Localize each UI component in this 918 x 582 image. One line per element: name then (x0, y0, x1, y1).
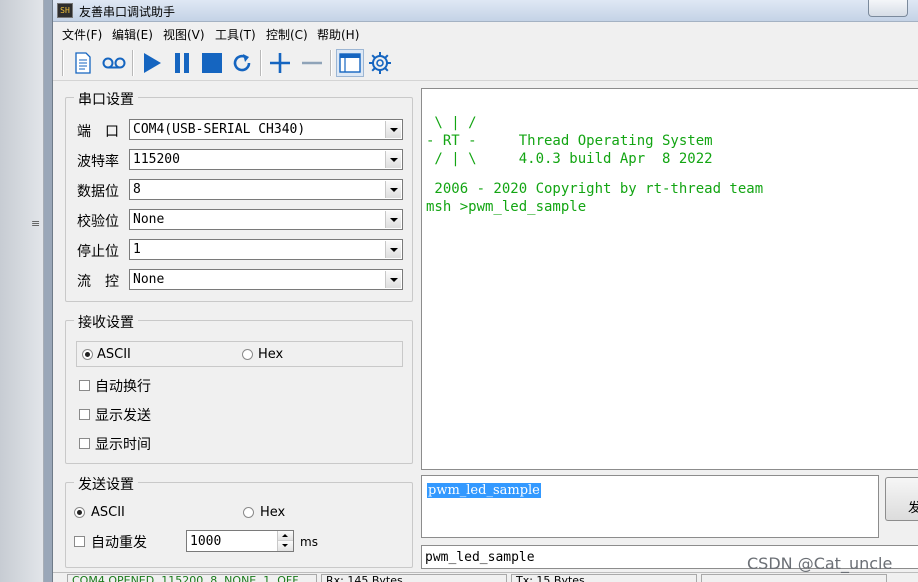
menu-control[interactable]: 控制(C) (266, 26, 308, 43)
receive-ascii-label: ASCII (97, 347, 131, 362)
serial-settings-title: 串口设置 (74, 89, 138, 109)
menu-file[interactable]: 文件(F) (62, 26, 102, 43)
chevron-down-icon[interactable] (385, 151, 401, 168)
tx-counter: Tx: 15 Bytes (511, 574, 697, 582)
record-icon[interactable] (100, 49, 128, 77)
resend-interval-value: 1000 (190, 534, 222, 549)
gear-icon[interactable] (366, 49, 394, 77)
window-icon[interactable] (336, 49, 364, 77)
baud-rate-value: 115200 (133, 152, 180, 167)
status-extra (701, 574, 887, 582)
data-bits-value: 8 (133, 182, 141, 197)
send-button-label: 发 (908, 501, 918, 516)
send-text-selection: pwm_led_sample (427, 483, 541, 498)
data-bits-select[interactable]: 8 (129, 179, 403, 200)
serial-assistant-window: SH 友善串口调试助手 文件(F) 编辑(E) 视图(V) 工具(T) 控制(C… (52, 0, 918, 582)
chevron-down-icon[interactable] (385, 271, 401, 288)
document-icon[interactable] (70, 49, 96, 77)
baud-rate-select[interactable]: 115200 (129, 149, 403, 170)
port-label: 端 口 (77, 124, 119, 140)
chevron-up-icon[interactable] (278, 531, 293, 541)
auto-wrap-checkbox[interactable] (79, 380, 90, 391)
auto-resend-checkbox[interactable] (74, 536, 85, 547)
stop-bits-value: 1 (133, 242, 141, 257)
plus-icon[interactable] (266, 49, 294, 77)
minus-icon[interactable] (298, 49, 326, 77)
background-window-edge: ≡ (0, 0, 44, 582)
interval-unit-label: ms (300, 535, 318, 549)
chevron-down-icon[interactable] (385, 181, 401, 198)
menu-help[interactable]: 帮助(H) (317, 26, 359, 43)
toolbar-separator (260, 50, 262, 76)
flow-control-select[interactable]: None (129, 269, 403, 290)
resend-interval-input[interactable]: 1000 (186, 530, 294, 552)
rx-counter: Rx: 145 Bytes (321, 574, 507, 582)
receive-settings-title: 接收设置 (74, 312, 138, 332)
stop-icon[interactable] (199, 49, 225, 77)
receive-settings-group: 接收设置 ASCII Hex 自动换行 显示发送 显示时间 (65, 312, 413, 464)
send-hex-label: Hex (260, 505, 286, 520)
terminal-line: \ | / (426, 115, 477, 131)
command-input-value: pwm_led_sample (425, 550, 535, 565)
show-time-checkbox[interactable] (79, 438, 90, 449)
terminal-line: / | \ 4.0.3 build Apr 8 2022 (426, 151, 713, 167)
serial-settings-group: 串口设置 端 口 COM4(USB-SERIAL CH340) 波特率 1152… (65, 89, 413, 302)
chevron-down-icon[interactable] (385, 241, 401, 258)
parity-select[interactable]: None (129, 209, 403, 230)
auto-wrap-label: 自动换行 (95, 379, 151, 395)
menu-tools[interactable]: 工具(T) (215, 26, 256, 43)
terminal-line: - RT - Thread Operating System (426, 133, 713, 149)
baud-rate-label: 波特率 (77, 154, 119, 170)
window-title: 友善串口调试助手 (79, 5, 176, 19)
receive-hex-label: Hex (258, 347, 284, 362)
send-button[interactable]: 发 (885, 477, 918, 521)
parity-value: None (133, 212, 165, 227)
menu-view[interactable]: 视图(V) (163, 26, 205, 43)
port-value: COM4(USB-SERIAL CH340) (133, 122, 306, 137)
toolbar-separator (132, 50, 134, 76)
watermark: CSDN @Cat_uncle (747, 554, 893, 573)
show-sent-label: 显示发送 (95, 408, 151, 424)
parity-label: 校验位 (77, 214, 119, 230)
title-bar[interactable]: SH 友善串口调试助手 (53, 0, 918, 22)
data-bits-label: 数据位 (77, 184, 119, 200)
chevron-down-icon[interactable] (385, 211, 401, 228)
show-sent-checkbox[interactable] (79, 409, 90, 420)
play-icon[interactable] (139, 49, 165, 77)
send-textarea[interactable]: pwm_led_sample (421, 475, 879, 538)
stop-bits-select[interactable]: 1 (129, 239, 403, 260)
show-time-label: 显示时间 (95, 437, 151, 453)
toolbar-separator (330, 50, 332, 76)
terminal-line: 2006 - 2020 Copyright by rt-thread team (426, 181, 764, 197)
toolbar-separator (62, 50, 64, 76)
interval-stepper (277, 531, 293, 551)
port-select[interactable]: COM4(USB-SERIAL CH340) (129, 119, 403, 140)
chevron-down-icon[interactable] (278, 541, 293, 551)
flow-control-value: None (133, 272, 165, 287)
receive-hex-radio[interactable] (242, 349, 253, 360)
receive-terminal[interactable]: \ | / - RT - Thread Operating System / |… (421, 88, 918, 470)
menu-bar: 文件(F) 编辑(E) 视图(V) 工具(T) 控制(C) 帮助(H) (53, 24, 918, 44)
send-ascii-radio[interactable] (74, 507, 85, 518)
toolbar (53, 45, 918, 81)
send-ascii-label: ASCII (91, 505, 125, 520)
port-status: COM4 OPENED, 115200, 8, NONE, 1, OFF (67, 574, 317, 582)
receive-mode-box: ASCII Hex (76, 341, 403, 367)
app-icon: SH (57, 3, 73, 18)
pause-icon[interactable] (169, 49, 195, 77)
send-settings-group: 发送设置 ASCII Hex 自动重发 ms (65, 474, 413, 568)
send-hex-radio[interactable] (243, 507, 254, 518)
menu-edit[interactable]: 编辑(E) (112, 26, 153, 43)
stop-bits-label: 停止位 (77, 244, 119, 260)
terminal-line: msh >pwm_led_sample (426, 199, 587, 215)
flow-control-label: 流 控 (77, 274, 119, 290)
receive-ascii-radio[interactable] (82, 349, 93, 360)
auto-resend-label: 自动重发 (91, 535, 147, 551)
refresh-icon[interactable] (229, 49, 255, 77)
status-bar: COM4 OPENED, 115200, 8, NONE, 1, OFF Rx:… (53, 572, 918, 582)
send-settings-title: 发送设置 (74, 474, 138, 494)
minimize-button[interactable] (868, 0, 908, 17)
chevron-down-icon[interactable] (385, 121, 401, 138)
splitter-grip[interactable]: ≡ (31, 217, 40, 230)
